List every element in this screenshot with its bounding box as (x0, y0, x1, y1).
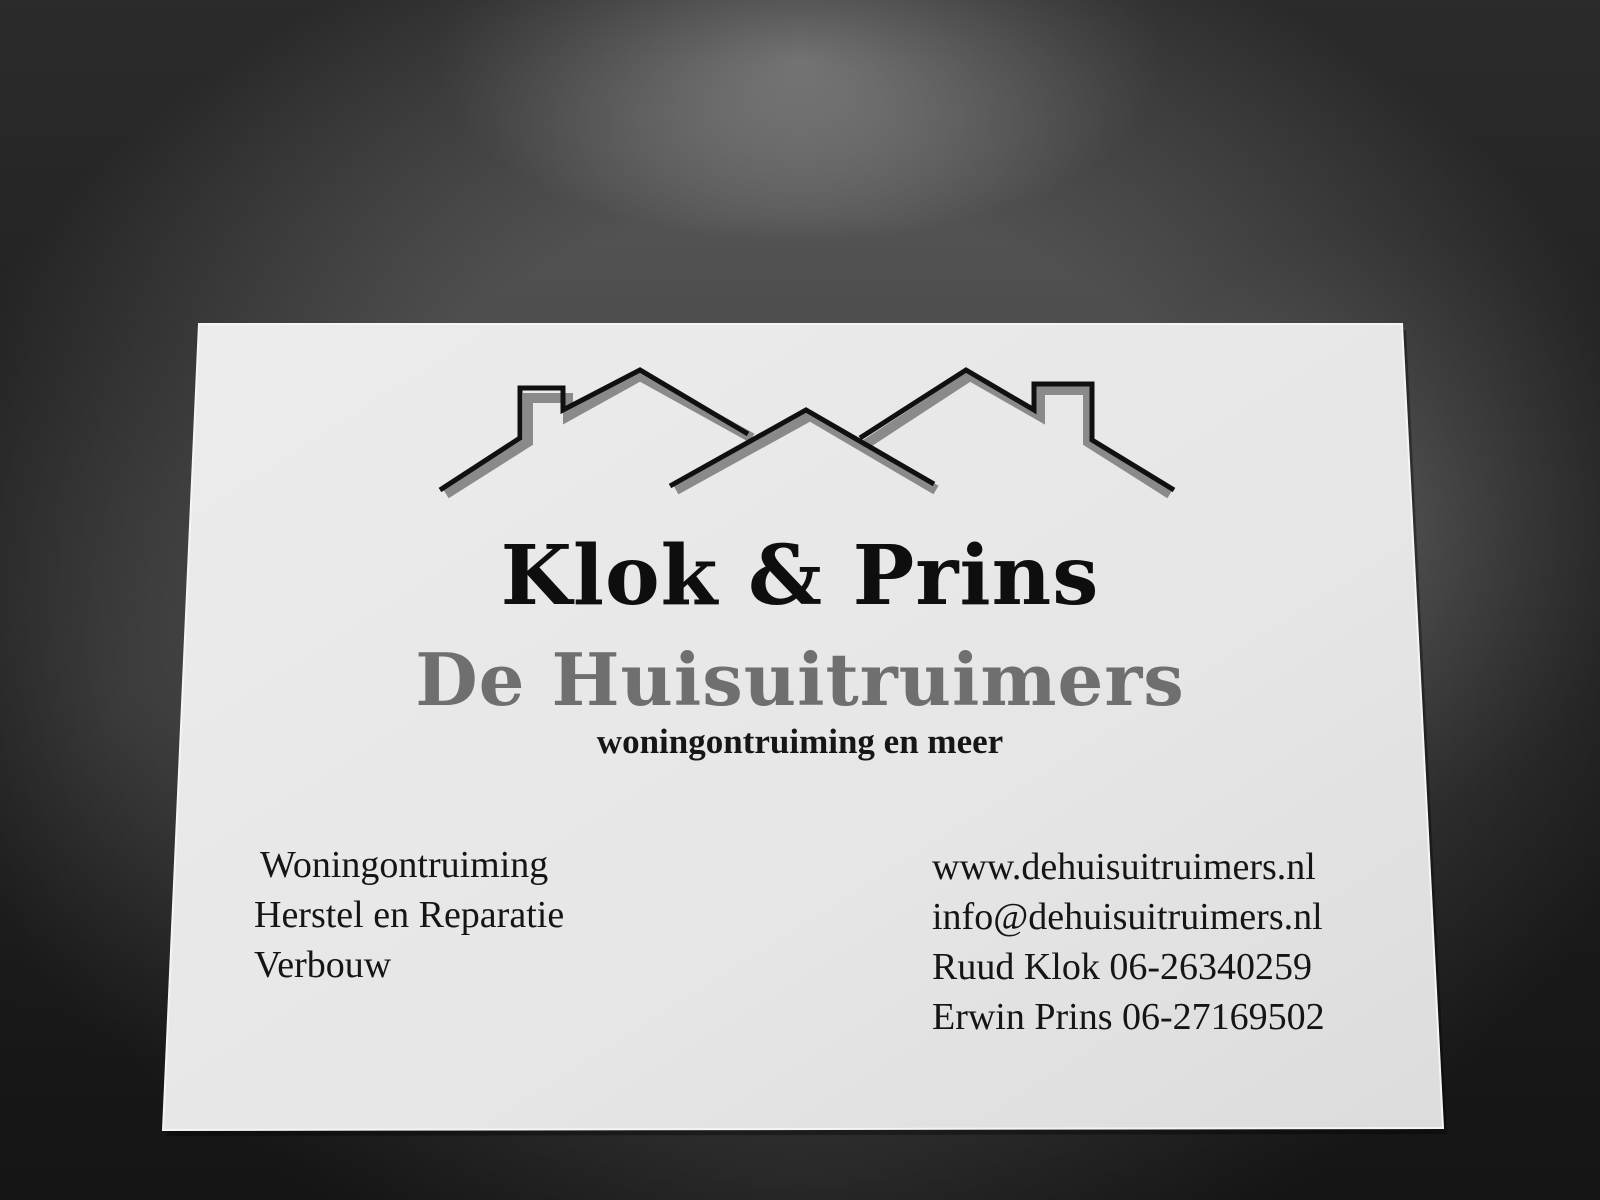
tagline: woningontruiming en meer (596, 722, 1004, 761)
brand-subtitle: De Huisuitruimers (415, 637, 1185, 722)
service-item: Herstel en Reparatie (254, 894, 565, 936)
service-item: Verbouw (254, 944, 392, 986)
email-text: info@dehuisuitruimers.nl (932, 896, 1323, 938)
contact-person-erwin: Erwin Prins 06-27169502 (932, 996, 1325, 1038)
service-item: Woningontruiming (260, 844, 549, 886)
business-card: Klok & Prins De Huisuitruimers woningont… (0, 0, 1600, 1200)
contact-person-ruud: Ruud Klok 06-26340259 (932, 946, 1312, 988)
services-list: Woningontruiming Herstel en Reparatie Ve… (254, 840, 564, 990)
website-text: www.dehuisuitruimers.nl (932, 846, 1316, 888)
contact-block: www.dehuisuitruimers.nl info@dehuisuitru… (932, 842, 1325, 1042)
brand-name: Klok & Prins (500, 528, 1100, 624)
